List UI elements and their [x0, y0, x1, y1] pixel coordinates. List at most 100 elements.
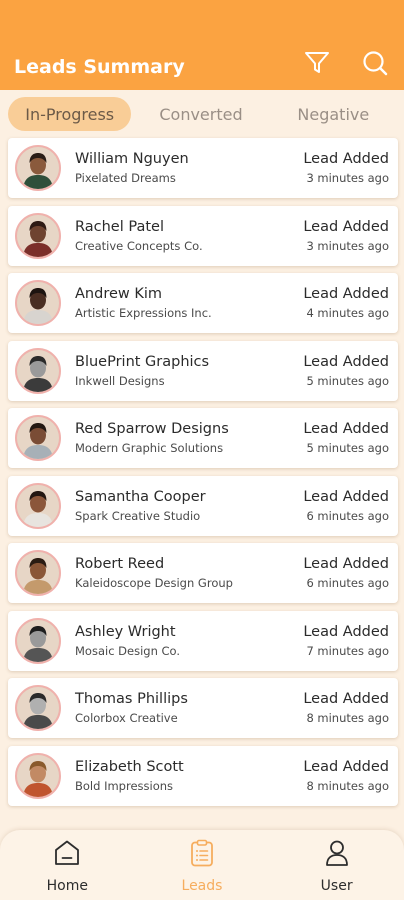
lead-status: Lead Added 5 minutes ago [303, 421, 391, 455]
avatar [15, 347, 61, 394]
status-timestamp: 3 minutes ago [306, 238, 389, 253]
lead-info: Elizabeth Scott Bold Impressions [75, 759, 303, 793]
avatar [15, 212, 61, 259]
app-header: Leads Summary [0, 0, 404, 90]
lead-info: Ashley Wright Mosaic Design Co. [75, 624, 303, 658]
lead-info: Thomas Phillips Colorbox Creative [75, 691, 303, 725]
status-label: Lead Added [303, 421, 389, 437]
status-timestamp: 7 minutes ago [306, 643, 389, 658]
status-timestamp: 8 minutes ago [306, 778, 389, 793]
lead-company: Modern Graphic Solutions [75, 441, 224, 455]
status-timestamp: 6 minutes ago [306, 508, 389, 523]
avatar [15, 752, 61, 799]
lead-company: Pixelated Dreams [75, 171, 176, 185]
status-timestamp: 4 minutes ago [306, 306, 389, 320]
nav-label-home: Home [46, 878, 88, 894]
status-label: Lead Added [303, 218, 389, 235]
avatar [15, 482, 61, 529]
lead-name: Samantha Cooper [75, 488, 206, 505]
tab-negative[interactable]: Negative [271, 97, 396, 131]
lead-status: Lead Added 8 minutes ago [303, 691, 391, 725]
lead-card[interactable]: Elizabeth Scott Bold Impressions Lead Adde… [8, 745, 398, 806]
status-timestamp: 6 minutes ago [306, 576, 389, 590]
avatar [15, 550, 61, 596]
lead-status: Lead Added 6 minutes ago [303, 556, 391, 590]
lead-status: Lead Added 8 minutes ago [303, 759, 391, 793]
status-timestamp: 3 minutes ago [306, 171, 389, 185]
status-label: Lead Added [303, 488, 389, 505]
lead-name: Robert Reed [75, 556, 165, 572]
app-screen: Leads Summary In-Progress Converted Nega… [0, 0, 404, 900]
lead-status: Lead Added 5 minutes ago [303, 354, 391, 388]
status-label: Lead Added [303, 556, 389, 572]
nav-item-leads[interactable]: Leads [147, 838, 257, 894]
lead-name: Red Sparrow Designs [75, 421, 229, 437]
lead-card[interactable]: Thomas Phillips Colorbox Creative Lead Add… [8, 678, 398, 738]
lead-company: Kaleidoscope Design Group [75, 576, 233, 590]
nav-item-home[interactable]: Home [12, 838, 122, 894]
search-button[interactable] [360, 50, 390, 80]
lead-name: Thomas Phillips [75, 691, 188, 707]
lead-card[interactable]: Samantha Cooper Spark Creative Studio Lead… [8, 475, 398, 536]
lead-info: Robert Reed Kaleidoscope Design Group [75, 556, 303, 590]
nav-label-leads: Leads [181, 878, 223, 894]
lead-company: Inkwell Designs [75, 373, 165, 388]
tab-in-progress[interactable]: In-Progress [8, 97, 132, 131]
lead-company: Colorbox Creative [75, 711, 178, 725]
lead-status: Lead Added 3 minutes ago [303, 151, 391, 185]
status-label: Lead Added [303, 286, 389, 302]
lead-card[interactable]: Andrew Kim Artistic Expressions Inc. Lead … [8, 273, 398, 333]
status-timestamp: 5 minutes ago [306, 441, 389, 455]
lead-info: Samantha Cooper Spark Creative Studio [75, 489, 303, 523]
lead-card[interactable]: Red Sparrow Designs Modern Graphic Soluti… [8, 408, 398, 468]
avatar [15, 415, 61, 461]
filter-icon [304, 50, 330, 81]
lead-info: William Nguyen Pixelated Dreams [75, 151, 303, 185]
status-label: Lead Added [303, 151, 389, 167]
lead-status: Lead Added 7 minutes ago [303, 624, 391, 658]
user-icon [322, 838, 352, 868]
lead-status: Lead Added 4 minutes ago [303, 286, 391, 320]
lead-name: BluePrint Graphics [75, 353, 210, 370]
bottom-nav: Home Leads User [0, 830, 404, 900]
nav-label-user: User [320, 878, 353, 894]
lead-status: Lead Added 3 minutes ago [303, 219, 391, 253]
lead-company: Spark Creative Studio [75, 508, 201, 523]
nav-item-user[interactable]: User [282, 838, 392, 894]
filter-button[interactable] [302, 50, 332, 80]
lead-name: Ashley Wright [75, 623, 176, 640]
avatar [15, 280, 61, 326]
lead-info: BluePrint Graphics Inkwell Designs [75, 354, 303, 388]
tab-converted[interactable]: Converted [131, 97, 270, 131]
lead-info: Red Sparrow Designs Modern Graphic Soluti… [75, 421, 303, 455]
home-icon [52, 838, 82, 868]
lead-company: Mosaic Design Co. [75, 643, 181, 658]
lead-name: Andrew Kim [75, 286, 163, 302]
page-title: Leads Summary [14, 56, 185, 78]
lead-status: Lead Added 6 minutes ago [303, 489, 391, 523]
lead-info: Andrew Kim Artistic Expressions Inc. [75, 286, 303, 320]
lead-name: Elizabeth Scott [75, 758, 184, 775]
lead-card[interactable]: William Nguyen Pixelated Dreams Lead Added… [8, 138, 398, 198]
lead-company: Artistic Expressions Inc. [75, 306, 212, 320]
lead-name: Rachel Patel [75, 218, 164, 235]
lead-card[interactable]: Rachel Patel Creative Concepts Co. Lead Ad… [8, 205, 398, 266]
lead-list: William Nguyen Pixelated Dreams Lead Added… [8, 138, 398, 813]
lead-info: Rachel Patel Creative Concepts Co. [75, 219, 303, 253]
lead-card[interactable]: BluePrint Graphics Inkwell Designs Lead Ad… [8, 340, 398, 401]
lead-name: William Nguyen [75, 151, 189, 167]
clipboard-icon [187, 838, 217, 868]
avatar [15, 145, 61, 191]
lead-card[interactable]: Ashley Wright Mosaic Design Co. Lead Added… [8, 610, 398, 671]
lead-card[interactable]: Robert Reed Kaleidoscope Design Group Lead… [8, 543, 398, 603]
avatar [15, 685, 61, 731]
lead-company: Creative Concepts Co. [75, 238, 203, 253]
lead-company: Bold Impressions [75, 778, 174, 793]
status-label: Lead Added [303, 623, 389, 640]
avatar [15, 617, 61, 664]
status-label: Lead Added [303, 353, 389, 370]
status-tabs: In-Progress Converted Negative [0, 96, 404, 132]
status-timestamp: 8 minutes ago [306, 711, 389, 725]
status-label: Lead Added [303, 758, 389, 775]
search-icon [362, 50, 388, 81]
